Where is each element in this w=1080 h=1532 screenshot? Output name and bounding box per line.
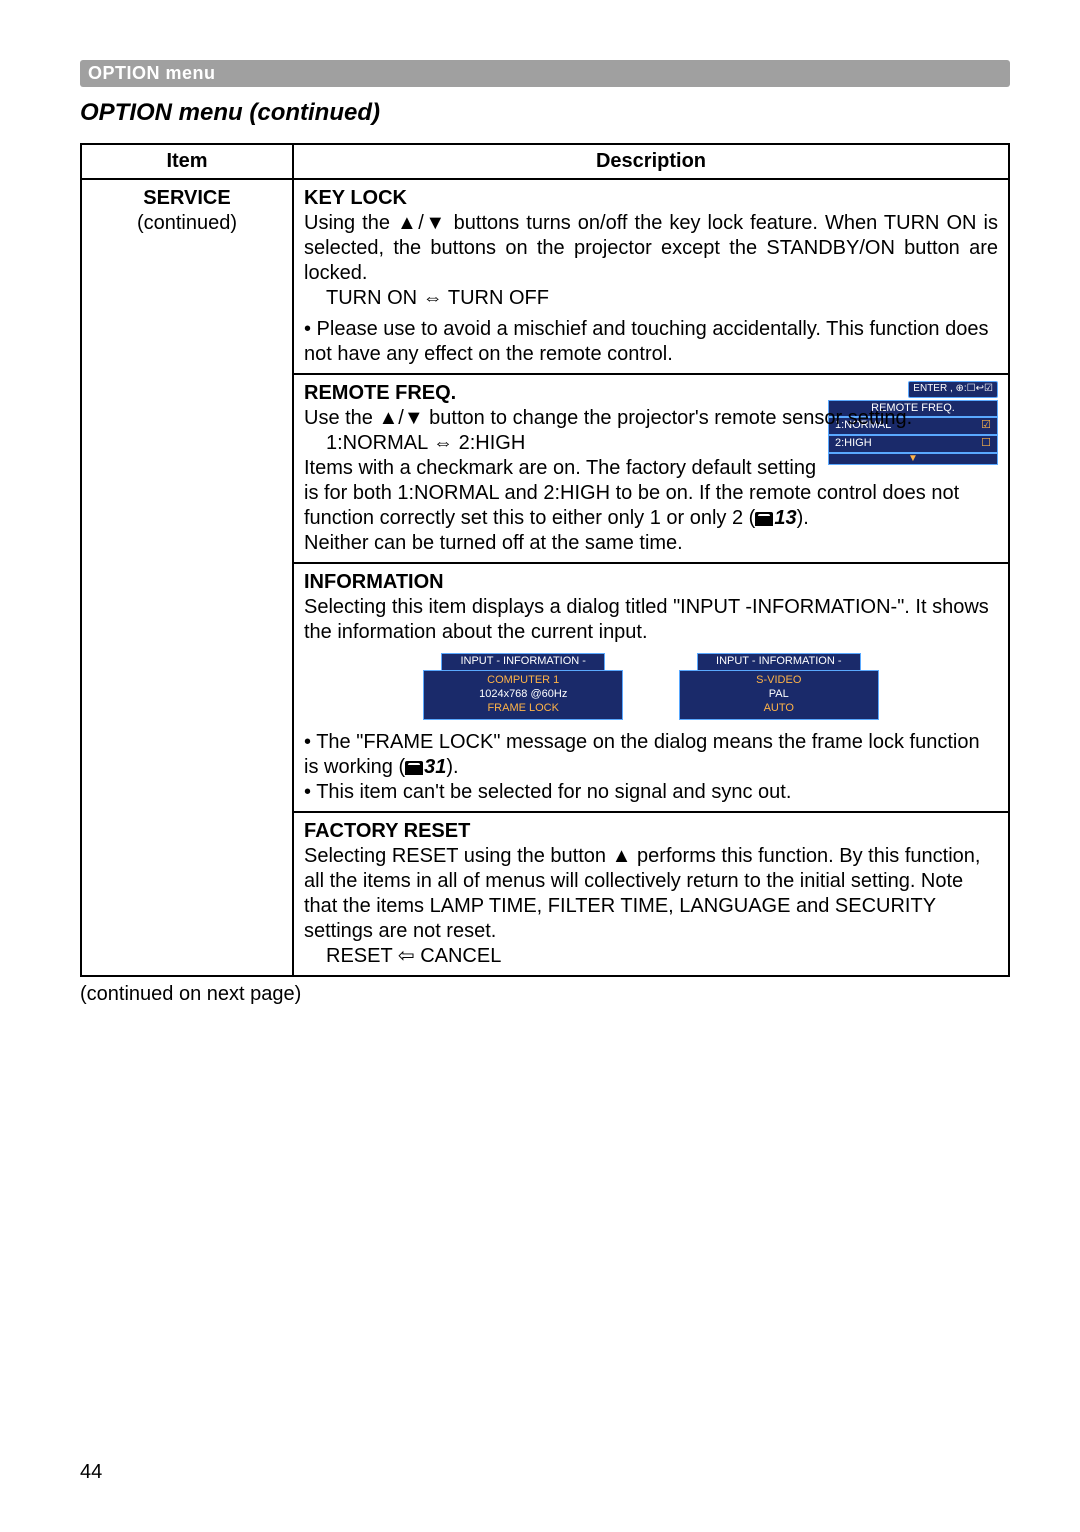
desc-factoryreset: FACTORY RESET Selecting RESET using the … [293,812,1009,976]
osd-info-1-l3: FRAME LOCK [430,701,616,715]
keylock-note: • Please use to avoid a mischief and tou… [304,317,998,367]
factoryreset-text: Selecting RESET using the button ▲ perfo… [304,845,980,942]
col-header-description: Description [293,144,1009,179]
osd-info-pair: INPUT - INFORMATION - COMPUTER 1 1024x76… [304,653,998,720]
desc-information: INFORMATION Selecting this item displays… [293,563,1009,812]
osd-info-1-l1: COMPUTER 1 [430,673,616,687]
osd-caption: ENTER , ⊕:☐↩☑ [908,381,998,398]
osd-row-normal-check: ☑ [981,419,991,433]
factoryreset-toggle: RESET ⇦ CANCEL [304,944,998,969]
osd-info-2-head: INPUT - INFORMATION - [697,653,861,671]
book-icon [755,512,773,526]
keylock-toggle: TURN ON ⇔ TURN OFF [304,286,998,311]
osd-row-high-check: ☐ [981,437,991,451]
osd-info-2-l2: PAL [686,687,872,701]
item-service-label: SERVICE [92,186,282,211]
menu-header-bar: OPTION menu [80,60,1010,87]
information-note2: • This item can't be selected for no sig… [304,781,791,803]
item-cell-service: SERVICE (continued) [81,179,293,976]
remotefreq-text2b: ). [797,507,809,529]
osd-info-1-l2: 1024x768 @60Hz [430,687,616,701]
osd-row-high: 2:HIGH ☐ [828,435,998,453]
remotefreq-text3: Neither can be turned off at the same ti… [304,532,683,554]
information-note1b: ). [446,756,458,778]
osd-arrow-down: ▼ [828,453,998,465]
osd-info-2-l1: S-VIDEO [686,673,872,687]
information-title: INFORMATION [304,571,444,593]
continued-note: (continued on next page) [80,983,1010,1006]
keylock-title: KEY LOCK [304,187,407,209]
remotefreq-title: REMOTE FREQ. [304,382,456,404]
information-text: Selecting this item displays a dialog ti… [304,596,989,643]
menu-header-label: OPTION menu [88,63,216,83]
information-ref: 31 [424,756,446,778]
remotefreq-text2a: Items with a checkmark are on. The facto… [304,457,959,529]
osd-info-1-head: INPUT - INFORMATION - [441,653,605,671]
col-header-item: Item [81,144,293,179]
keylock-text: Using the ▲/▼ buttons turns on/off the k… [304,211,998,286]
option-menu-table: Item Description SERVICE (continued) KEY… [80,143,1010,977]
osd-info-1: INPUT - INFORMATION - COMPUTER 1 1024x76… [423,653,623,720]
osd-row-high-label: 2:HIGH [835,437,872,451]
osd-info-2-l3: AUTO [686,701,872,715]
item-continued-label: (continued) [92,211,282,236]
section-title: OPTION menu (continued) [80,99,1010,127]
book-icon [405,761,423,775]
desc-remotefreq: REMOTE FREQ. Use the ▲/▼ button to chang… [293,374,1009,563]
desc-keylock: KEY LOCK Using the ▲/▼ buttons turns on/… [293,179,1009,374]
remotefreq-ref: 13 [774,507,796,529]
osd-info-2: INPUT - INFORMATION - S-VIDEO PAL AUTO [679,653,879,720]
remotefreq-text1: Use the ▲/▼ button to change the project… [304,407,912,429]
page-number: 44 [80,1461,102,1484]
factoryreset-title: FACTORY RESET [304,820,470,842]
